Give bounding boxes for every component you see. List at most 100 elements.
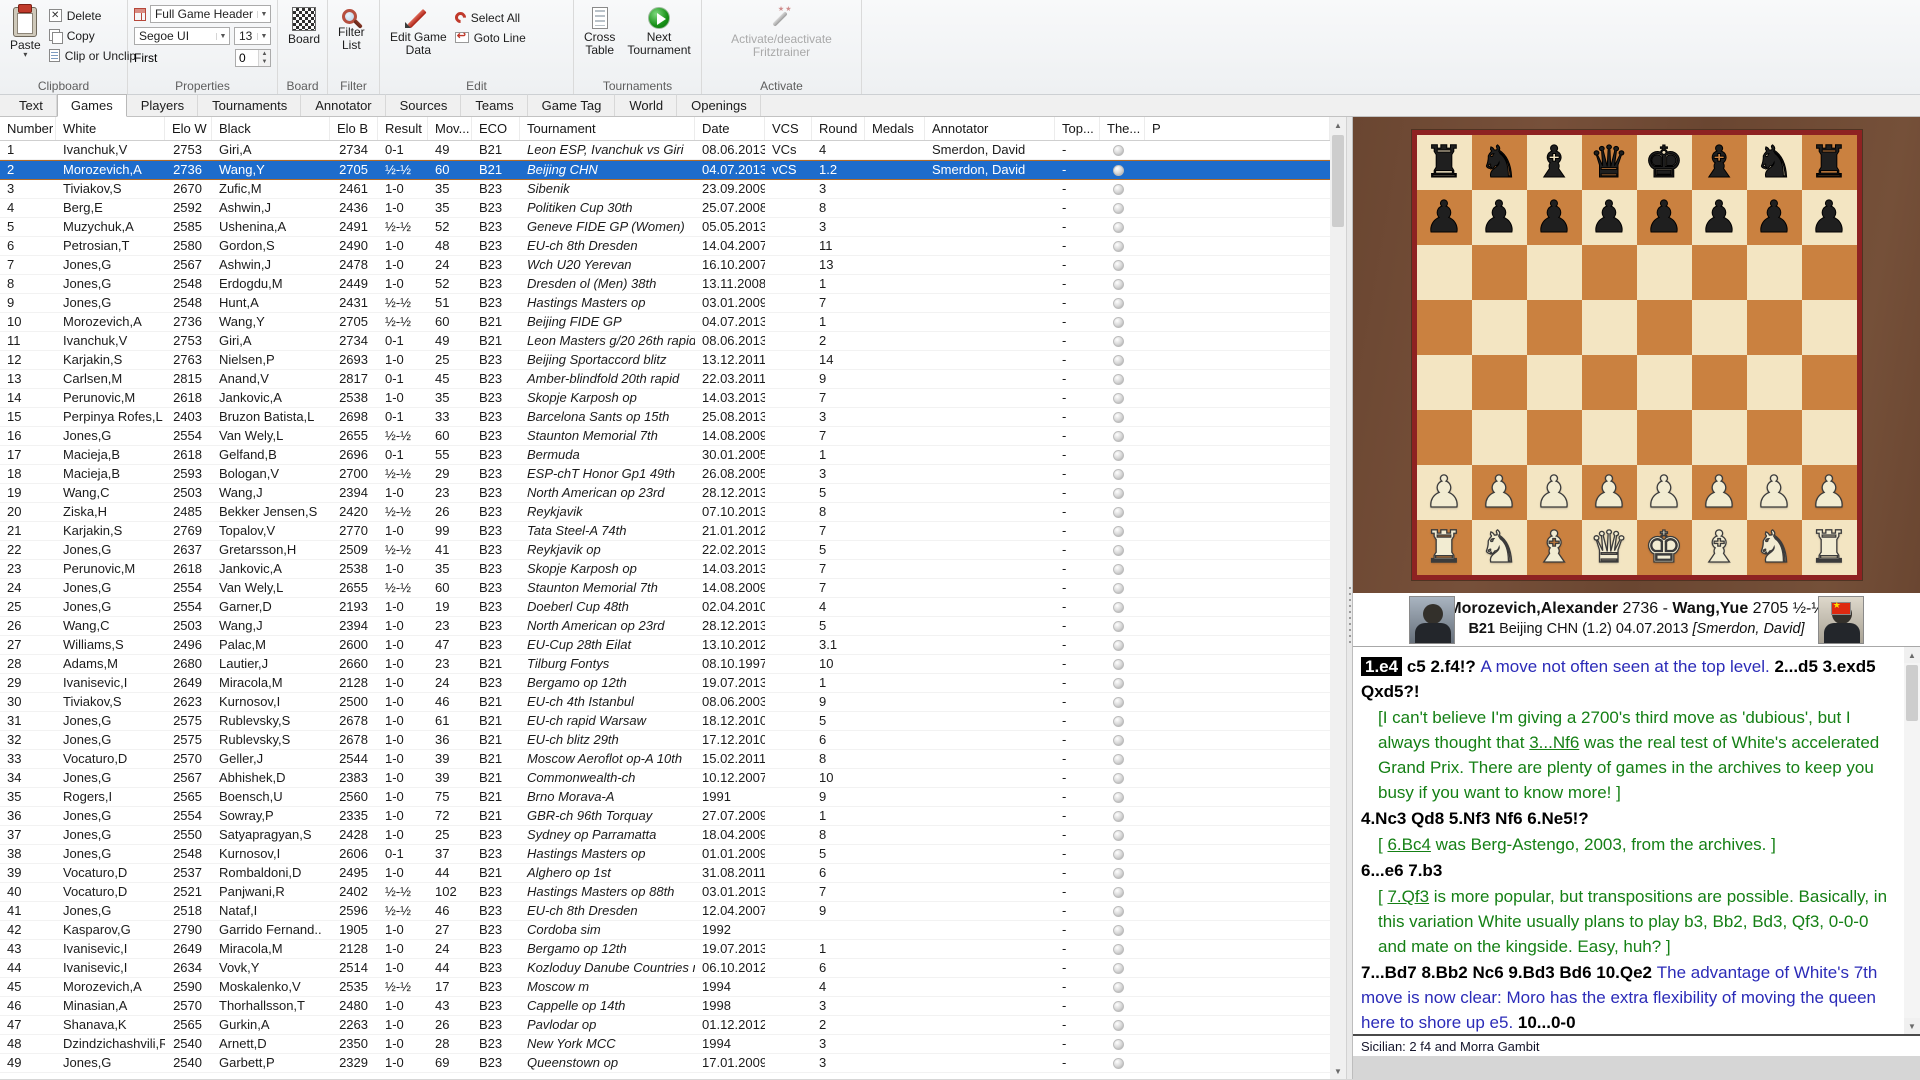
first-spinner[interactable]: 0 ▲ ▼ — [235, 49, 271, 67]
board-square[interactable]: ♟ — [1691, 465, 1747, 520]
board-square[interactable]: ♛ — [1581, 520, 1637, 575]
scroll-up-icon[interactable]: ▲ — [1330, 117, 1346, 133]
table-row[interactable]: 22 Jones,G 2637 Gretarsson,H 2509 ½-½ 41 B23 Rey… — [0, 541, 1330, 560]
board-square[interactable] — [1526, 410, 1582, 465]
font-select[interactable]: Segoe UI ▼ — [134, 27, 230, 45]
table-row[interactable]: 1 Ivanchuk,V 2753 Giri,A 2734 0-1 49 B21 Leon ES… — [0, 141, 1330, 160]
board-square[interactable] — [1416, 245, 1472, 300]
column-header-mov[interactable]: Mov... — [428, 117, 472, 140]
table-row[interactable]: 26 Wang,C 2503 Wang,J 2394 1-0 23 B23 North Amer… — [0, 617, 1330, 636]
table-row[interactable]: 40 Vocaturo,D 2521 Panjwani,R 2402 ½-½ 102 B23 H… — [0, 883, 1330, 902]
column-header-elo-w[interactable]: Elo W — [165, 117, 212, 140]
column-header-result[interactable]: Result — [378, 117, 428, 140]
board-square[interactable] — [1526, 300, 1582, 355]
table-row[interactable]: 31 Jones,G 2575 Rublevsky,S 2678 1-0 61 B21 EU-c… — [0, 712, 1330, 731]
board-square[interactable]: ♟ — [1416, 465, 1472, 520]
board-square[interactable]: ♛ — [1581, 135, 1637, 190]
board-square[interactable] — [1691, 300, 1747, 355]
clip-or-unclip-button[interactable]: Clip or Unclip — [48, 47, 136, 64]
font-size-select[interactable]: 13 ▼ — [234, 27, 271, 45]
board-square[interactable] — [1416, 355, 1472, 410]
tab-game-tag[interactable]: Game Tag — [528, 94, 616, 116]
tab-annotator[interactable]: Annotator — [301, 94, 386, 116]
table-row[interactable]: 42 Kasparov,G 2790 Garrido Fernand.. 1905 1-0… — [0, 921, 1330, 940]
table-row[interactable]: 38 Jones,G 2548 Kurnosov,I 2606 0-1 37 B23 Hasti… — [0, 845, 1330, 864]
move-text[interactable]: 6...e6 7.b3 — [1361, 861, 1442, 880]
notation-pane[interactable]: ▲ ▼ 1.e4 c5 2.f4!? A move not often seen… — [1353, 647, 1920, 1034]
table-row[interactable]: 16 Jones,G 2554 Van Wely,L 2655 ½-½ 60 B23 Staun… — [0, 427, 1330, 446]
next-tournament-button[interactable]: Next Tournament — [623, 5, 694, 78]
board-square[interactable] — [1416, 410, 1472, 465]
paste-button[interactable]: Paste ▾ — [6, 5, 45, 78]
board-square[interactable] — [1746, 245, 1802, 300]
board-square[interactable] — [1691, 410, 1747, 465]
table-row[interactable]: 39 Vocaturo,D 2537 Rombaldoni,D 2495 1-0 44 B21… — [0, 864, 1330, 883]
column-header-eco[interactable]: ECO — [472, 117, 520, 140]
board-square[interactable] — [1581, 300, 1637, 355]
board-square[interactable] — [1636, 410, 1692, 465]
board-square[interactable] — [1526, 245, 1582, 300]
games-list-scrollbar[interactable]: ▲ ▼ — [1330, 117, 1346, 1079]
board-square[interactable]: ♟ — [1746, 465, 1802, 520]
board-square[interactable] — [1801, 245, 1857, 300]
column-header-vcs[interactable]: VCS — [765, 117, 812, 140]
move-text[interactable]: 7...Bd7 8.Bb2 Nc6 9.Bd3 Bd6 10.Qe2 — [1361, 963, 1657, 982]
select-all-button[interactable]: Select All — [452, 9, 526, 26]
board-square[interactable] — [1526, 355, 1582, 410]
board-square[interactable]: ♟ — [1636, 465, 1692, 520]
column-header-black[interactable]: Black — [212, 117, 330, 140]
table-row[interactable]: 36 Jones,G 2554 Sowray,P 2335 1-0 72 B21 GBR-ch … — [0, 807, 1330, 826]
board-square[interactable] — [1471, 355, 1527, 410]
move-text[interactable]: 4.Nc3 Qd8 5.Nf3 Nf6 6.Ne5!? — [1361, 809, 1589, 828]
board-square[interactable] — [1691, 355, 1747, 410]
table-row[interactable]: 41 Jones,G 2518 Nataf,I 2596 ½-½ 46 B23 EU-ch 8t… — [0, 902, 1330, 921]
table-row[interactable]: 10 Morozevich,A 2736 Wang,Y 2705 ½-½ 60 B21 Beij… — [0, 313, 1330, 332]
board-square[interactable]: ♚ — [1636, 135, 1692, 190]
board-square[interactable]: ♜ — [1416, 520, 1472, 575]
table-row[interactable]: 29 Ivanisevic,I 2649 Miracola,M 2128 1-0 24 B23… — [0, 674, 1330, 693]
table-row[interactable]: 8 Jones,G 2548 Erdogdu,M 2449 1-0 52 B23 Dresden… — [0, 275, 1330, 294]
table-row[interactable]: 19 Wang,C 2503 Wang,J 2394 1-0 23 B23 North Amer… — [0, 484, 1330, 503]
move-text[interactable]: 10...0-0 — [1518, 1013, 1576, 1032]
header-format-select[interactable]: Full Game Header ▼ — [149, 5, 271, 23]
board-square[interactable]: ♟ — [1801, 465, 1857, 520]
board-square[interactable]: ♜ — [1416, 135, 1472, 190]
board-square[interactable] — [1471, 410, 1527, 465]
board-square[interactable] — [1636, 300, 1692, 355]
board-square[interactable]: ♜ — [1801, 135, 1857, 190]
column-header-p[interactable]: P — [1145, 117, 1330, 140]
table-row[interactable]: 11 Ivanchuk,V 2753 Giri,A 2734 0-1 49 B21 Leon M… — [0, 332, 1330, 351]
board-square[interactable]: ♟ — [1581, 190, 1637, 245]
board-square[interactable]: ♟ — [1526, 465, 1582, 520]
board-square[interactable]: ♟ — [1581, 465, 1637, 520]
table-row[interactable]: 44 Ivanisevic,I 2634 Vovk,Y 2514 1-0 44 B23 Kozl… — [0, 959, 1330, 978]
board-square[interactable] — [1471, 245, 1527, 300]
tab-openings[interactable]: Openings — [677, 94, 761, 116]
tab-games[interactable]: Games — [56, 94, 127, 117]
board-square[interactable] — [1801, 355, 1857, 410]
table-row[interactable]: 30 Tiviakov,S 2623 Kurnosov,I 2500 1-0 46 B21 EU… — [0, 693, 1330, 712]
board-square[interactable]: ♟ — [1416, 190, 1472, 245]
board-square[interactable] — [1581, 410, 1637, 465]
tab-players[interactable]: Players — [127, 94, 199, 116]
table-row[interactable]: 6 Petrosian,T 2580 Gordon,S 2490 1-0 48 B23 EU-c… — [0, 237, 1330, 256]
column-header-date[interactable]: Date — [695, 117, 765, 140]
table-row[interactable]: 2 Morozevich,A 2736 Wang,Y 2705 ½-½ 60 B21 Beiji… — [0, 160, 1330, 180]
column-header-white[interactable]: White — [56, 117, 165, 140]
board-square[interactable] — [1801, 410, 1857, 465]
games-scrollbar-thumb[interactable] — [1332, 135, 1344, 227]
board-square[interactable]: ♚ — [1636, 520, 1692, 575]
table-row[interactable]: 17 Macieja,B 2618 Gelfand,B 2696 0-1 55 B23 Berm… — [0, 446, 1330, 465]
table-row[interactable]: 20 Ziska,H 2485 Bekker Jensen,S 2420 ½-½ 26 B23… — [0, 503, 1330, 522]
board-square[interactable]: ♝ — [1691, 135, 1747, 190]
board-square[interactable]: ♝ — [1526, 520, 1582, 575]
column-header-elo-b[interactable]: Elo B — [330, 117, 378, 140]
table-row[interactable]: 9 Jones,G 2548 Hunt,A 2431 ½-½ 51 B23 Hastings M… — [0, 294, 1330, 313]
board-square[interactable] — [1581, 245, 1637, 300]
tab-teams[interactable]: Teams — [461, 94, 528, 116]
notation-scrollbar-thumb[interactable] — [1906, 665, 1918, 721]
board-square[interactable]: ♞ — [1746, 135, 1802, 190]
board-square[interactable]: ♟ — [1526, 190, 1582, 245]
table-row[interactable]: 49 Jones,G 2540 Garbett,P 2329 1-0 69 B23 Queens… — [0, 1054, 1330, 1073]
delete-button[interactable]: ✕ Delete — [48, 7, 136, 24]
